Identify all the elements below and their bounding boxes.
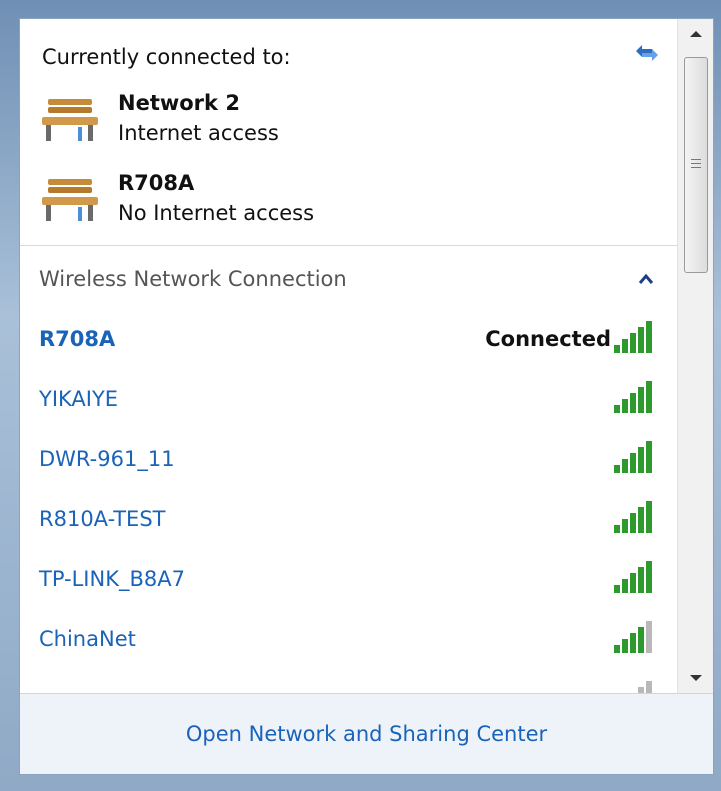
network-status: Connected xyxy=(485,327,611,351)
connection-name: Network 2 xyxy=(118,91,240,115)
signal-bar xyxy=(614,465,620,473)
signal-bar xyxy=(638,567,644,593)
connection-item: Network 2 Internet access xyxy=(38,91,638,161)
signal-bar xyxy=(614,585,620,593)
connection-status: Internet access xyxy=(118,121,279,145)
network-item-yikaiye[interactable]: YIKAIYE xyxy=(20,379,677,429)
signal-bar xyxy=(614,405,620,413)
signal-bar xyxy=(622,339,628,353)
signal-bar xyxy=(630,573,636,593)
network-name: TP-LINK_B8A7 xyxy=(39,567,185,591)
signal-bar xyxy=(646,681,652,693)
network-name: R810A-TEST xyxy=(39,507,166,531)
signal-bar xyxy=(622,459,628,473)
network-name: DWR-961_11 xyxy=(39,447,175,471)
connected-header: Currently connected to: xyxy=(42,45,291,69)
signal-bars-icon xyxy=(638,681,652,693)
network-item-tp-link-b8a7[interactable]: TP-LINK_B8A7 xyxy=(20,559,677,609)
signal-bars-icon xyxy=(614,441,652,473)
signal-bars-icon xyxy=(614,501,652,533)
signal-bar xyxy=(638,627,644,653)
chevron-up-icon[interactable] xyxy=(638,273,654,285)
signal-bar xyxy=(646,321,652,353)
signal-bar xyxy=(622,579,628,593)
network-item-r810a-test[interactable]: R810A-TEST xyxy=(20,499,677,549)
network-name: ChinaNet xyxy=(39,627,136,651)
signal-bar xyxy=(638,507,644,533)
signal-bars-icon xyxy=(614,381,652,413)
signal-bar xyxy=(646,381,652,413)
signal-bar xyxy=(614,645,620,653)
signal-bar xyxy=(646,441,652,473)
network-item-dwr-961-11[interactable]: DWR-961_11 xyxy=(20,439,677,489)
signal-bar xyxy=(638,447,644,473)
signal-bar xyxy=(622,399,628,413)
signal-bar xyxy=(630,333,636,353)
network-flyout: Currently connected to: Network 2 Intern… xyxy=(19,18,714,775)
signal-bar xyxy=(638,327,644,353)
signal-bar xyxy=(630,513,636,533)
park-bench-icon xyxy=(42,179,98,221)
flyout-content: Currently connected to: Network 2 Intern… xyxy=(20,19,677,693)
signal-bar xyxy=(630,633,636,653)
scroll-down-icon[interactable] xyxy=(678,663,714,693)
connection-status: No Internet access xyxy=(118,201,315,225)
signal-bar xyxy=(630,393,636,413)
signal-bar xyxy=(622,639,628,653)
signal-bar xyxy=(614,345,620,353)
signal-bar xyxy=(614,525,620,533)
signal-bars-icon xyxy=(614,321,652,353)
section-title: Wireless Network Connection xyxy=(39,267,347,291)
signal-bar xyxy=(638,387,644,413)
signal-bars-icon xyxy=(614,561,652,593)
signal-bar xyxy=(646,501,652,533)
signal-bar xyxy=(630,453,636,473)
signal-bars-icon xyxy=(614,621,652,653)
refresh-icon[interactable] xyxy=(632,41,662,65)
network-item-r708a[interactable]: R708A Connected xyxy=(20,319,677,369)
signal-bar xyxy=(622,519,628,533)
network-item-chinanet[interactable]: ChinaNet xyxy=(20,619,677,669)
signal-bar xyxy=(646,621,652,653)
open-network-center-link[interactable]: Open Network and Sharing Center xyxy=(20,722,713,746)
signal-bar xyxy=(646,561,652,593)
grip-icon xyxy=(691,159,701,168)
scroll-up-icon[interactable] xyxy=(678,19,714,49)
divider xyxy=(20,245,677,246)
network-item-partial xyxy=(20,679,677,693)
connection-item: R708A No Internet access xyxy=(38,171,638,241)
scroll-thumb[interactable] xyxy=(684,57,708,273)
scrollbar[interactable] xyxy=(677,19,714,693)
network-name: YIKAIYE xyxy=(39,387,119,411)
park-bench-icon xyxy=(42,99,98,141)
connection-name: R708A xyxy=(118,171,195,195)
network-name: R708A xyxy=(39,327,116,351)
flyout-footer: Open Network and Sharing Center xyxy=(20,693,713,774)
